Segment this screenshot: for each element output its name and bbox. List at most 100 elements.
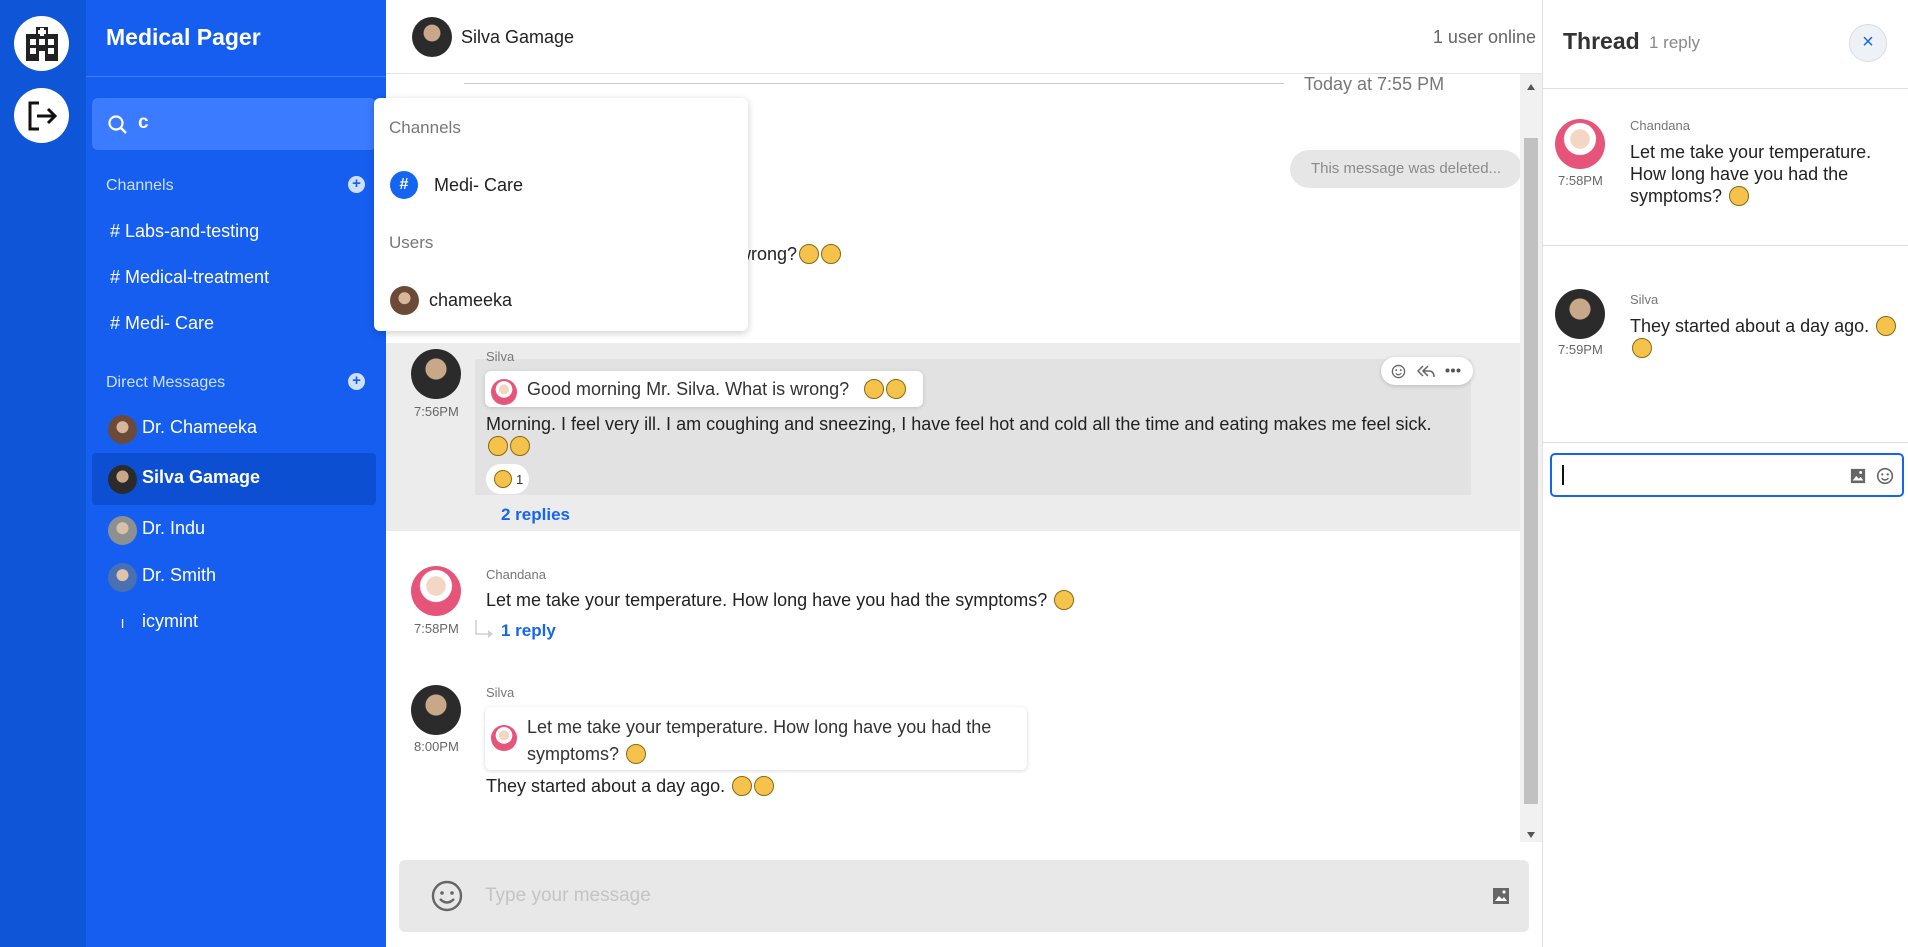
worried-emoji-icon <box>1876 316 1897 336</box>
reaction-count: 1 <box>516 471 524 487</box>
dm-name: Dr. Indu <box>142 518 206 538</box>
message-text: Let me take your temperature. How long h… <box>486 589 1075 611</box>
dm-item-dr-smith[interactable]: Dr. Smith <box>92 551 376 603</box>
scroll-down-icon[interactable] <box>1527 832 1535 838</box>
sidebar: Medical Pager c Channels + # Labs-and-te… <box>86 0 386 947</box>
thinking-emoji-icon <box>799 244 820 264</box>
message-sender: Chandana <box>486 567 546 582</box>
avatar[interactable] <box>411 566 461 616</box>
hospital-home-button[interactable] <box>14 16 69 71</box>
close-icon: × <box>1862 31 1874 53</box>
search-input[interactable]: c <box>92 98 376 150</box>
dm-name: icymint <box>142 611 199 631</box>
channels-heading: Channels <box>106 177 174 194</box>
message-time: 7:58PM <box>1558 173 1603 188</box>
emoji-group <box>862 379 906 400</box>
avatar <box>491 379 517 405</box>
avatar[interactable] <box>411 349 461 399</box>
reply-connector-icon <box>475 620 493 638</box>
search-results-dropdown: Channels # Medi- Care Users chameeka <box>374 98 748 331</box>
chat-title: Silva Gamage <box>461 27 575 47</box>
dm-item-dr-indu[interactable]: Dr. Indu <box>92 504 376 556</box>
reaction-badge[interactable]: 1 <box>486 464 530 494</box>
worried-emoji-icon <box>732 776 753 796</box>
avatar <box>108 516 137 545</box>
channel-item[interactable]: # Medi- Care <box>110 313 214 334</box>
hospital-icon <box>25 26 58 61</box>
message-text: Let me take your temperature. How long h… <box>1630 141 1898 207</box>
message-time: 7:59PM <box>1558 342 1603 357</box>
avatar <box>108 415 137 444</box>
emoji-picker-icon[interactable] <box>1876 467 1894 485</box>
message-text: They started about a day ago. <box>1630 315 1898 359</box>
channel-item[interactable]: # Medical-treatment <box>110 267 269 288</box>
neutral-emoji-icon <box>1729 186 1750 206</box>
search-icon <box>108 115 127 134</box>
avatar <box>108 465 137 494</box>
chat-scrollbar[interactable] <box>1520 74 1542 842</box>
avatar <box>390 286 419 315</box>
avatar <box>491 725 517 751</box>
quoted-text-wrap: Let me take your temperature. How long h… <box>527 714 1017 768</box>
quoted-message[interactable]: Let me take your temperature. How long h… <box>485 707 1027 770</box>
image-upload-icon[interactable] <box>1492 887 1510 905</box>
channel-item[interactable]: # Labs-and-testing <box>110 221 259 242</box>
quoted-text: Let me take your temperature. How long h… <box>527 717 992 764</box>
add-reaction-icon[interactable] <box>1391 364 1406 379</box>
dm-item-dr-chameeka[interactable]: Dr. Chameeka <box>92 403 376 455</box>
results-users-heading: Users <box>389 233 434 252</box>
neutral-emoji-icon <box>626 744 647 764</box>
quoted-text: Good morning Mr. Silva. What is wrong? <box>527 379 850 399</box>
message-actions-bar <box>1381 357 1473 385</box>
close-thread-button[interactable]: × <box>1849 24 1887 62</box>
message-body: They started about a day ago. <box>1630 316 1870 336</box>
thread-title: Thread <box>1563 28 1640 54</box>
avatar[interactable] <box>1555 289 1605 339</box>
dm-name: Silva Gamage <box>142 467 261 487</box>
divider <box>1543 442 1908 443</box>
scrollbar-thumb[interactable] <box>1524 138 1538 804</box>
replies-link[interactable]: 2 replies <box>501 505 570 525</box>
dm-item-icymint[interactable]: I icymint <box>92 597 376 649</box>
direct-messages-heading: Direct Messages <box>106 374 226 391</box>
avatar[interactable] <box>1555 119 1605 169</box>
thread-reply-input[interactable] <box>1550 453 1904 497</box>
divider <box>1543 245 1908 246</box>
message-body: They started about a day ago. <box>486 776 726 796</box>
avatar[interactable] <box>411 685 461 735</box>
reply-in-thread-icon[interactable] <box>1417 364 1435 379</box>
logout-button[interactable] <box>14 88 69 143</box>
message-composer[interactable]: Type your message <box>399 860 1529 932</box>
grimace-emoji-icon <box>510 436 530 456</box>
emoji-picker-icon[interactable] <box>431 880 463 912</box>
search-result-channel[interactable]: # Medi- Care <box>374 163 748 207</box>
add-direct-message-button[interactable]: + <box>348 373 365 390</box>
message-body: Let me take your temperature. How long h… <box>1630 142 1872 206</box>
replies-link[interactable]: 1 reply <box>501 621 556 641</box>
add-channel-button[interactable]: + <box>348 176 365 193</box>
quoted-message[interactable]: Good morning Mr. Silva. What is wrong? <box>485 371 923 407</box>
dm-item-silva-gamage[interactable]: Silva Gamage <box>92 453 376 505</box>
thread-reply-count: 1 reply <box>1649 33 1701 52</box>
avatar-initial: I <box>120 616 125 631</box>
date-divider-line <box>464 83 1284 84</box>
message-time: 7:56PM <box>414 404 459 419</box>
worried-emoji-icon <box>754 776 775 796</box>
divider <box>86 76 386 77</box>
message-text: They started about a day ago. <box>486 775 775 797</box>
date-divider: Today at 7:55 PM <box>1304 74 1445 94</box>
more-options-icon[interactable] <box>1445 368 1461 373</box>
image-upload-icon[interactable] <box>1850 468 1866 484</box>
result-label: Medi- Care <box>434 175 524 195</box>
worried-emoji-icon <box>1632 338 1652 358</box>
avatar <box>108 563 137 592</box>
message-text: Morning. I feel very ill. I am coughing … <box>486 413 1446 457</box>
scroll-up-icon[interactable] <box>1527 84 1535 90</box>
search-result-user[interactable]: chameeka <box>374 278 748 322</box>
online-status: 1 user online <box>1432 27 1536 47</box>
deleted-message-notice: This message was deleted... <box>1290 150 1522 188</box>
dm-name: Dr. Smith <box>142 565 217 585</box>
dm-name: Dr. Chameeka <box>142 417 258 437</box>
message-sender: Chandana <box>1630 118 1690 133</box>
message-input[interactable]: Type your message <box>485 885 651 907</box>
